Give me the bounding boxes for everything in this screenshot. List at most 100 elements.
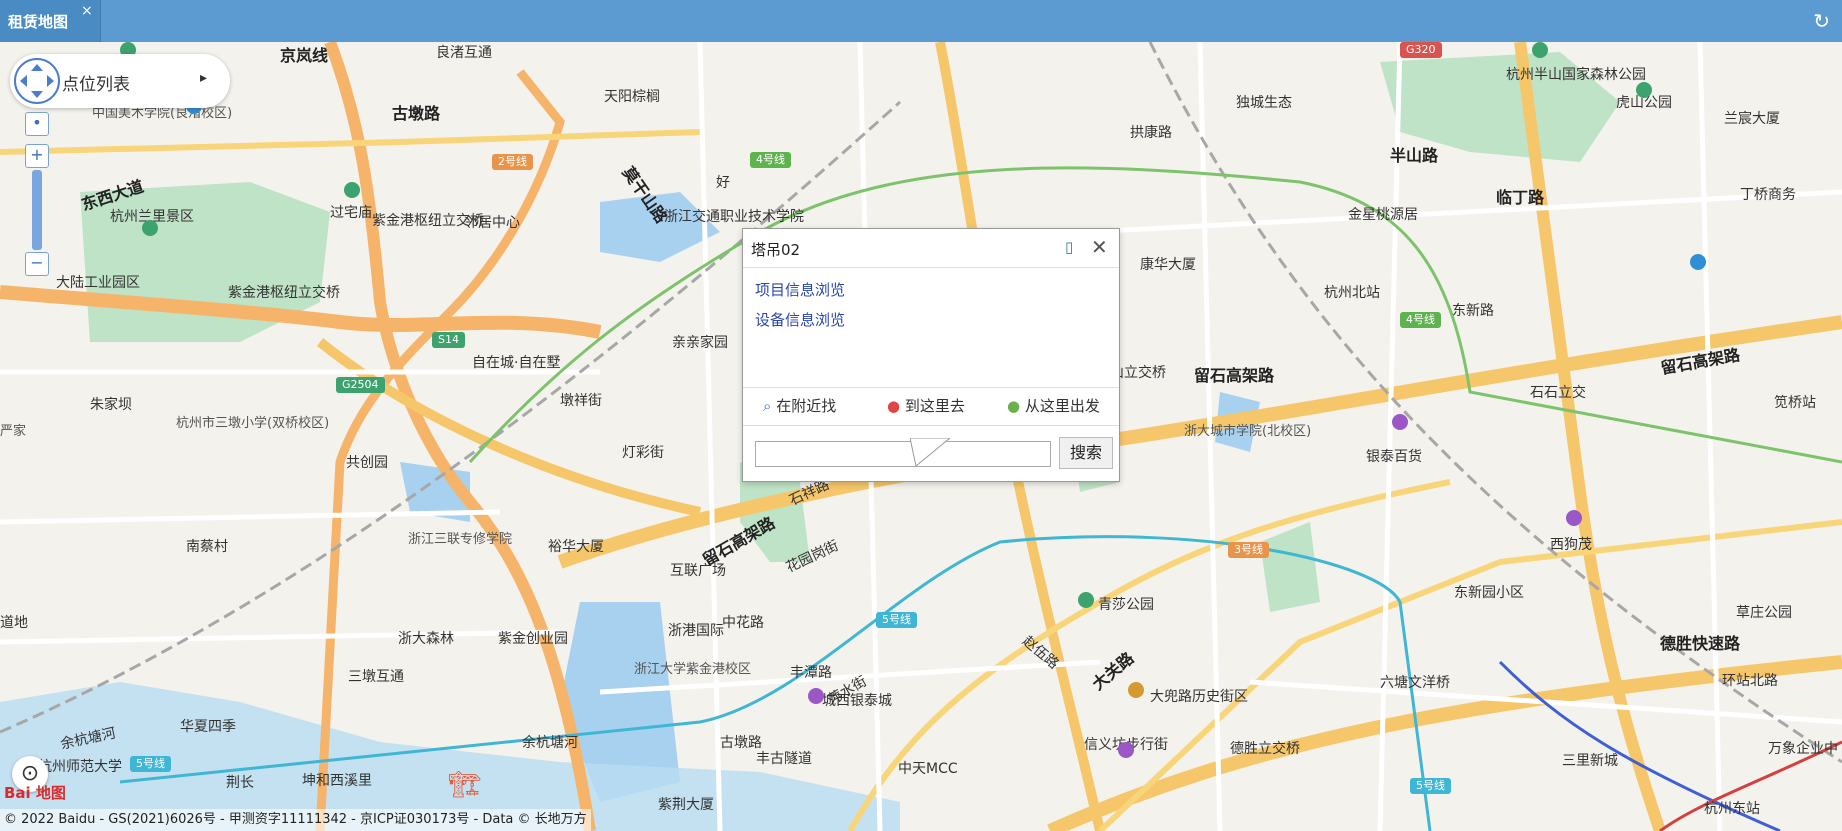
metro-label: 5号线 (1410, 778, 1451, 794)
map-label: 自在城·自在墅 (472, 355, 561, 371)
park-icon (1532, 42, 1548, 58)
map-label: 大兜路历史街区 (1150, 689, 1248, 705)
phone-icon[interactable]: ▯ (1065, 238, 1073, 256)
map-label: 半山路 (1390, 146, 1439, 165)
pan-control[interactable] (14, 58, 60, 104)
map-label: 古墩路 (392, 104, 441, 123)
tab-rental-map[interactable]: 租赁地图 × (0, 0, 101, 42)
tab-close-icon[interactable]: × (81, 3, 93, 19)
zoom-slider[interactable] (32, 170, 42, 250)
map-label: 灯彩街 (622, 445, 664, 461)
map-label: 道地 (0, 615, 28, 631)
metro-label: 2号线 (492, 154, 533, 170)
map-label: 临丁路 (1496, 188, 1545, 207)
map-label: 荆长 (226, 775, 254, 791)
map-label: 万象企业中 (1768, 741, 1838, 757)
map-label: 杭州半山国家森林公园 (1506, 67, 1646, 83)
map-label: 京岚线 (280, 46, 329, 65)
map-label: 青莎公园 (1098, 597, 1154, 613)
road-shield: G2504 (336, 377, 385, 393)
point-list-control[interactable]: 点位列表 ▸ (10, 54, 230, 108)
map-label: 独城生态 (1236, 95, 1292, 111)
map-label: 杭州市三墩小学(双桥校区) (176, 416, 330, 431)
search-input[interactable] (755, 441, 1051, 467)
map-label: 六塘文洋桥 (1380, 675, 1450, 691)
map-label: 紫金创业园 (498, 631, 568, 647)
metro-label: 4号线 (1400, 312, 1441, 328)
map-label: 德胜快速路 (1660, 634, 1741, 653)
route-to-button[interactable]: ● 到这里去 (887, 395, 965, 416)
shopping-icon (1392, 414, 1408, 430)
road-shield: S14 (432, 332, 465, 348)
route-from-label: 从这里出发 (1024, 397, 1100, 415)
zoom-control: • + − (22, 112, 52, 276)
refresh-icon[interactable]: ↻ (1813, 9, 1830, 33)
map-label: 丰潭路 (790, 665, 832, 681)
point-list-label: 点位列表 (62, 75, 130, 95)
project-info-link[interactable]: 项目信息浏览 (755, 279, 845, 300)
park-icon (1078, 592, 1094, 608)
map-label: 朱家坝 (90, 397, 132, 413)
map-label: 丁桥商务 (1740, 187, 1796, 203)
map-label: 紫金港枢纽立交桥 (228, 285, 340, 301)
park-icon (344, 182, 360, 198)
map-label: 严家 (0, 424, 27, 439)
map-label: 南蔡村 (186, 539, 228, 555)
map-label: 中天MCC (898, 761, 958, 777)
map-label: 浙大森林 (398, 631, 454, 647)
map-label: 西狗茂 (1550, 537, 1592, 553)
map-label: 亲亲家园 (672, 335, 728, 351)
map-label: 康华大厦 (1140, 257, 1196, 273)
map-label: 银泰百货 (1366, 449, 1422, 465)
map-label: 兰宸大厦 (1724, 111, 1780, 127)
route-from-button[interactable]: ● 从这里出发 (1007, 395, 1100, 416)
locate-icon[interactable]: • (25, 112, 49, 136)
map-label: 杭州东站 (1704, 801, 1760, 817)
pan-arrows-icon (20, 64, 54, 98)
map-label: 浙江交通职业技术学院 (664, 209, 804, 225)
search-nearby-button[interactable]: ⌕ 在附近找 (763, 395, 836, 416)
route-to-label: 到这里去 (904, 397, 965, 415)
map-label: 天阳棕榈 (604, 89, 660, 105)
map-canvas[interactable]: 京岚线 良渚互通 古墩路 天阳棕榈 莫干山路 4号线 独城生态 杭州半山国家森林… (0, 42, 1842, 831)
metro-label: 4号线 (750, 152, 791, 168)
map-label: 东新路 (1452, 303, 1494, 319)
shopping-icon (1566, 510, 1582, 526)
park-icon (142, 220, 158, 236)
chevron-right-icon[interactable]: ▸ (200, 70, 207, 86)
tab-label: 租赁地图 (8, 13, 69, 31)
map-label: 笕桥站 (1774, 395, 1816, 411)
search-button[interactable]: 搜索 (1059, 437, 1113, 469)
baidu-logo: Bai 地图 (4, 784, 66, 802)
divider (743, 425, 1119, 426)
zoom-out-button[interactable]: − (25, 252, 49, 276)
park-icon (1636, 82, 1652, 98)
shopping-icon (1118, 742, 1134, 758)
device-info-link[interactable]: 设备信息浏览 (755, 309, 845, 330)
map-label: 余杭塘河 (522, 735, 578, 751)
map-label: 金星桃源居 (1348, 207, 1418, 223)
map-label: 杭州师范大学 (38, 759, 122, 775)
map-label: 共创园 (346, 455, 388, 471)
map-label: 浙江三联专修学院 (408, 532, 513, 547)
map-label: 浙江大学紫金港校区 (634, 662, 752, 677)
map-label: 环站北路 (1722, 673, 1778, 689)
search-nearby-label: 在附近找 (776, 397, 837, 415)
divider (743, 267, 1119, 268)
map-label: 华夏四季 (180, 719, 236, 735)
map-label: 紫荆大厦 (658, 797, 714, 813)
zoom-in-button[interactable]: + (25, 144, 49, 168)
map-label: 石石立交 (1530, 385, 1586, 401)
road-shield: G320 (1400, 42, 1442, 58)
map-label: 浙大城市学院(北校区) (1184, 424, 1312, 439)
copyright-text: © 2022 Baidu - GS(2021)6026号 - 甲测资字11111… (0, 809, 591, 831)
map-label: 好 (716, 175, 730, 191)
close-icon[interactable]: ✕ (1091, 235, 1108, 259)
crane-marker[interactable]: 🏗 (448, 770, 481, 800)
metro-label: 3号线 (1228, 542, 1269, 558)
map-label: 杭州北站 (1324, 285, 1380, 301)
map-label: 中花路 (722, 615, 764, 631)
map-label: 墩祥街 (560, 393, 602, 409)
shopping-icon (808, 688, 824, 704)
info-window-pointer (910, 438, 950, 466)
